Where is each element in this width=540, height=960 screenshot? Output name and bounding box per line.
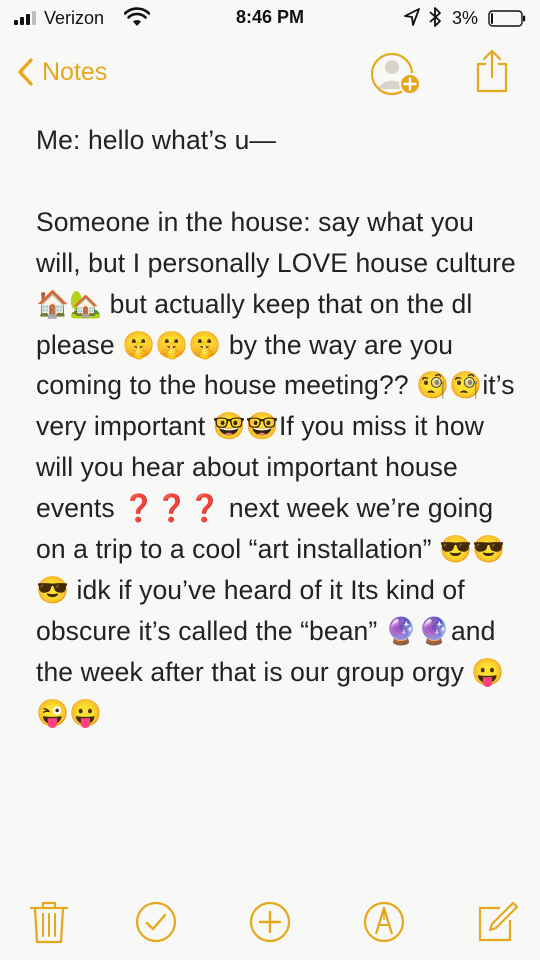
bluetooth-icon [429,7,441,27]
pen-circle-icon[interactable] [363,900,405,944]
share-icon[interactable] [474,48,510,94]
checkmark-circle-icon[interactable] [135,900,177,944]
bottom-toolbar [0,896,540,948]
battery-icon [488,10,526,27]
trash-icon[interactable] [28,900,70,944]
add-person-icon[interactable] [370,50,426,98]
compose-icon[interactable] [476,900,518,944]
battery-percentage: 3% [452,8,479,28]
status-bar: Verizon 8:46 PM 3% [0,0,540,38]
back-button-label: Notes [42,57,108,86]
chevron-left-icon [18,58,33,86]
note-text[interactable]: Me: hello what’s u— Someone in the house… [36,120,516,734]
navigation-bar: Notes [0,44,540,100]
plus-circle-icon[interactable] [249,900,291,944]
back-to-notes-button[interactable]: Notes [16,52,107,92]
location-arrow-icon [404,8,420,26]
